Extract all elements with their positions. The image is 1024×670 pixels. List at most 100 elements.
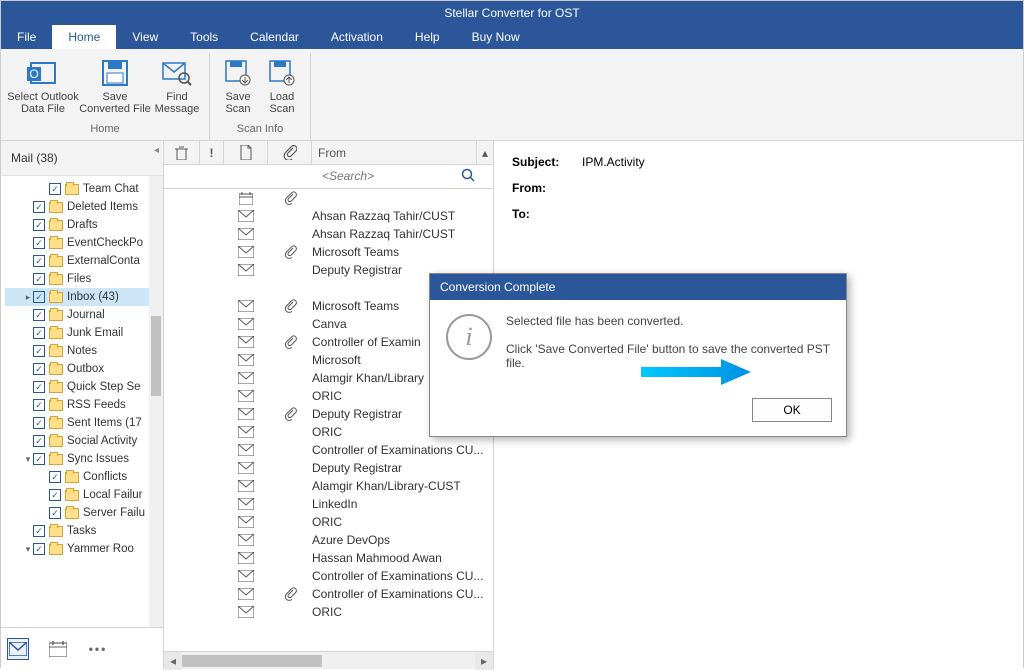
checkbox[interactable]: ✓	[49, 507, 61, 519]
message-row[interactable]: Ahsan Razzaq Tahir/CUST	[164, 207, 493, 225]
paperclip-icon	[283, 145, 297, 160]
message-row[interactable]: Deputy Registrar	[164, 459, 493, 477]
message-row[interactable]: Microsoft Teams	[164, 243, 493, 261]
folder-item[interactable]: ✓Local Failur	[5, 486, 163, 504]
tab-activation[interactable]: Activation	[315, 25, 399, 49]
hscroll-left[interactable]: ◂	[164, 652, 182, 670]
more-views-icon[interactable]: •••	[87, 638, 109, 660]
checkbox[interactable]: ✓	[33, 327, 45, 339]
col-importance[interactable]: !	[200, 141, 224, 164]
folder-item[interactable]: ✓Team Chat	[5, 180, 163, 198]
checkbox[interactable]: ✓	[33, 291, 45, 303]
folder-item[interactable]: ✓Notes	[5, 342, 163, 360]
folder-item[interactable]: ✓Journal	[5, 306, 163, 324]
hscroll-thumb[interactable]	[182, 655, 322, 667]
folder-item[interactable]: ✓ExternalConta	[5, 252, 163, 270]
checkbox[interactable]: ✓	[33, 543, 45, 555]
dialog-title: Conversion Complete	[430, 274, 846, 300]
attachment-icon	[268, 335, 312, 349]
save-converted-file-button[interactable]: Save Converted File	[79, 53, 151, 123]
message-row[interactable]	[164, 189, 493, 207]
folder-item[interactable]: ✓Social Activity	[5, 432, 163, 450]
col-attachment[interactable]	[268, 141, 312, 164]
folder-item[interactable]: ✓Files	[5, 270, 163, 288]
folder-item[interactable]: ✓Junk Email	[5, 324, 163, 342]
save-scan-button[interactable]: Save Scan	[216, 53, 260, 123]
nav-scrollbar-thumb[interactable]	[151, 316, 161, 396]
folder-item[interactable]: ▸✓Inbox (43)	[5, 288, 163, 306]
tab-help[interactable]: Help	[399, 25, 456, 49]
tab-file[interactable]: File	[1, 25, 52, 49]
folder-item[interactable]: ✓Outbox	[5, 360, 163, 378]
folder-item[interactable]: ✓Sent Items (17	[5, 414, 163, 432]
find-message-button[interactable]: Find Message	[151, 53, 203, 123]
hscroll-right[interactable]: ▸	[475, 652, 493, 670]
message-row[interactable]: Ahsan Razzaq Tahir/CUST	[164, 225, 493, 243]
checkbox[interactable]: ✓	[33, 525, 45, 537]
checkbox[interactable]: ✓	[33, 417, 45, 429]
message-row[interactable]: Hassan Mahmood Awan	[164, 549, 493, 567]
load-scan-button[interactable]: Load Scan	[260, 53, 304, 123]
col-delete[interactable]	[164, 141, 200, 164]
checkbox[interactable]: ✓	[33, 219, 45, 231]
tab-view[interactable]: View	[116, 25, 174, 49]
page-icon	[240, 145, 252, 160]
expand-icon[interactable]: ▸	[23, 292, 33, 303]
envelope-icon	[224, 264, 268, 276]
tab-calendar[interactable]: Calendar	[234, 25, 315, 49]
message-row[interactable]: Controller of Examinations CU...	[164, 441, 493, 459]
calendar-view-icon[interactable]	[47, 638, 69, 660]
ok-button[interactable]: OK	[752, 398, 832, 422]
checkbox[interactable]: ✓	[33, 201, 45, 213]
folder-item[interactable]: ✓Drafts	[5, 216, 163, 234]
mail-view-icon[interactable]	[7, 638, 29, 660]
message-row[interactable]: Azure DevOps	[164, 531, 493, 549]
select-outlook-data-file-button[interactable]: O Select Outlook Data File	[7, 53, 79, 123]
checkbox[interactable]: ✓	[33, 399, 45, 411]
tab-home[interactable]: Home	[52, 25, 116, 49]
checkbox[interactable]: ✓	[33, 345, 45, 357]
expand-icon[interactable]: ▾	[23, 454, 33, 465]
folder-tree: ✓Team Chat✓Deleted Items✓Drafts✓EventChe…	[1, 176, 163, 627]
checkbox[interactable]: ✓	[33, 453, 45, 465]
search-icon[interactable]	[461, 168, 475, 182]
checkbox[interactable]: ✓	[33, 309, 45, 321]
expand-icon[interactable]: ▾	[23, 544, 33, 555]
folder-item[interactable]: ✓Deleted Items	[5, 198, 163, 216]
folder-item[interactable]: ✓RSS Feeds	[5, 396, 163, 414]
collapse-icon[interactable]: ◂	[154, 145, 159, 156]
folder-item[interactable]: ▾✓Yammer Roo	[5, 540, 163, 558]
folder-item[interactable]: ✓Quick Step Se	[5, 378, 163, 396]
message-row[interactable]: Controller of Examinations CU...	[164, 585, 493, 603]
checkbox[interactable]: ✓	[33, 435, 45, 447]
search-row	[164, 165, 493, 189]
checkbox[interactable]: ✓	[33, 381, 45, 393]
checkbox[interactable]: ✓	[33, 273, 45, 285]
folder-item[interactable]: ✓Conflicts	[5, 468, 163, 486]
checkbox[interactable]: ✓	[49, 183, 61, 195]
message-row[interactable]: Alamgir Khan/Library-CUST	[164, 477, 493, 495]
checkbox[interactable]: ✓	[49, 489, 61, 501]
message-row[interactable]: LinkedIn	[164, 495, 493, 513]
message-row[interactable]: ORIC	[164, 603, 493, 621]
col-item-type[interactable]	[224, 141, 268, 164]
checkbox[interactable]: ✓	[33, 237, 45, 249]
nav-scrollbar[interactable]	[149, 176, 163, 627]
folder-item[interactable]: ▾✓Sync Issues	[5, 450, 163, 468]
message-row[interactable]: ORIC	[164, 513, 493, 531]
checkbox[interactable]: ✓	[33, 363, 45, 375]
col-from[interactable]: From	[312, 141, 477, 164]
message-row[interactable]: Controller of Examinations CU...	[164, 567, 493, 585]
folder-item[interactable]: ✓EventCheckPo	[5, 234, 163, 252]
checkbox[interactable]: ✓	[49, 471, 61, 483]
folder-item[interactable]: ✓Server Failu	[5, 504, 163, 522]
subject-label: Subject:	[512, 155, 582, 169]
checkbox[interactable]: ✓	[33, 255, 45, 267]
tab-buynow[interactable]: Buy Now	[456, 25, 536, 49]
folder-icon	[49, 400, 63, 411]
folder-item[interactable]: ✓Tasks	[5, 522, 163, 540]
search-input[interactable]	[318, 165, 478, 187]
tab-tools[interactable]: Tools	[174, 25, 234, 49]
col-scroll-up[interactable]: ▴	[477, 141, 493, 164]
list-hscrollbar[interactable]: ◂ ▸	[164, 651, 493, 669]
